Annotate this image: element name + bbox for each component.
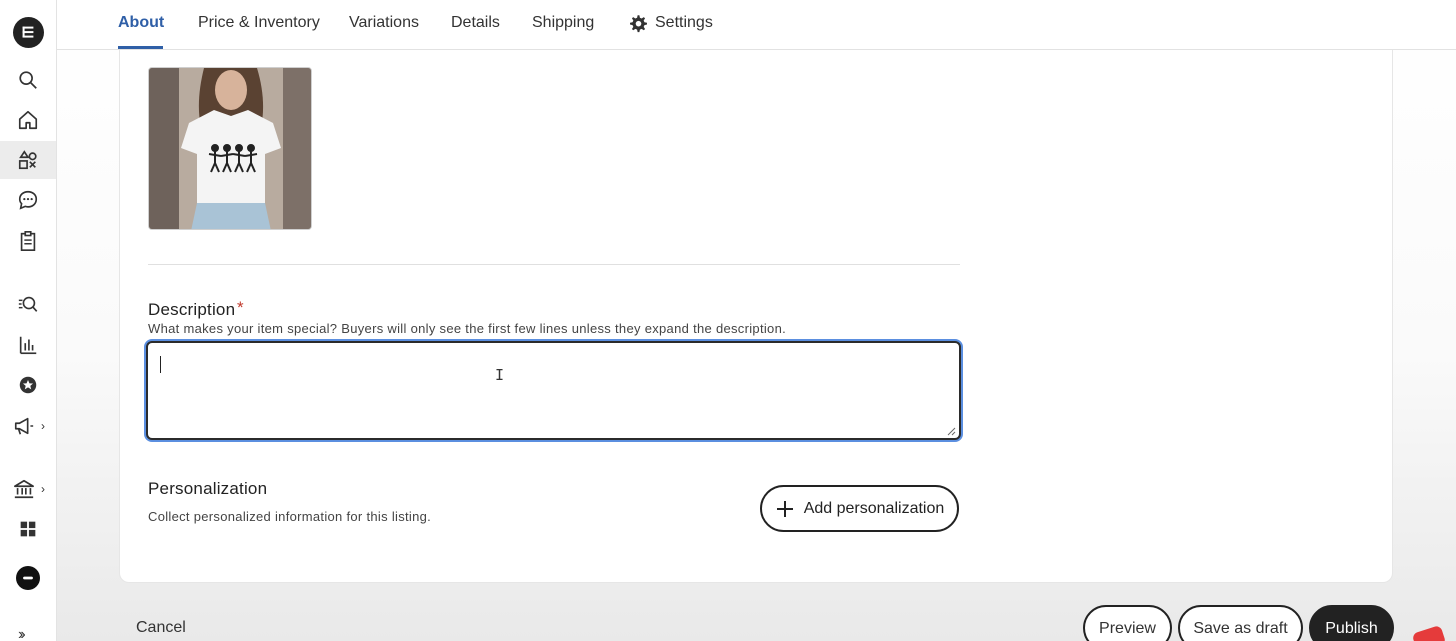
- search-icon: [19, 71, 37, 89]
- home-icon: [18, 110, 38, 130]
- personalization-title: Personalization: [148, 479, 268, 498]
- sidebar-item-home[interactable]: [0, 101, 56, 139]
- gear-icon[interactable]: [628, 13, 649, 34]
- orders-clipboard-icon: [20, 231, 36, 251]
- tab-price-inventory[interactable]: Price & Inventory: [198, 14, 320, 32]
- tab-details[interactable]: Details: [451, 14, 500, 32]
- sidebar-item-search-analytics[interactable]: [0, 285, 56, 323]
- left-sidebar: › › ››: [0, 0, 57, 641]
- sidebar-item-finances[interactable]: ›: [0, 470, 56, 508]
- required-marker: *: [237, 298, 244, 317]
- chevron-right-icon: ›: [41, 482, 45, 496]
- sidebar-item-stats[interactable]: [0, 326, 56, 364]
- bank-icon: [14, 479, 34, 499]
- sidebar-item-search[interactable]: [0, 61, 56, 99]
- shop-avatar-icon: [16, 566, 40, 590]
- messages-icon: [18, 190, 38, 210]
- tab-shipping[interactable]: Shipping: [532, 14, 594, 32]
- resize-handle-icon[interactable]: [946, 426, 956, 436]
- save-draft-button[interactable]: Save as draft: [1178, 605, 1303, 641]
- active-tab-indicator: [118, 46, 163, 49]
- sidebar-item-apps[interactable]: [0, 510, 56, 548]
- section-divider: [148, 264, 960, 265]
- description-textarea[interactable]: [146, 341, 961, 440]
- listing-editor: › › ›› About Price & Inventory Variation…: [0, 0, 1456, 641]
- text-caret: [160, 356, 161, 373]
- sidebar-item-messages[interactable]: [0, 181, 56, 219]
- grid-icon: [20, 521, 36, 537]
- sidebar-item-shop[interactable]: [0, 559, 56, 597]
- sidebar-item-marketing[interactable]: ›: [0, 407, 56, 445]
- description-help-text: What makes your item special? Buyers wil…: [148, 321, 787, 336]
- tab-settings[interactable]: Settings: [655, 14, 713, 32]
- sidebar-item-star-seller[interactable]: [0, 366, 56, 404]
- megaphone-icon: [14, 417, 34, 435]
- cancel-button[interactable]: Cancel: [136, 619, 186, 637]
- add-personalization-button[interactable]: Add personalization: [760, 485, 959, 532]
- sidebar-item-orders[interactable]: [0, 222, 56, 260]
- publish-button[interactable]: Publish: [1309, 605, 1394, 641]
- plus-icon: [776, 500, 793, 517]
- etsy-logo-button[interactable]: [0, 13, 56, 51]
- bar-chart-icon: [19, 336, 37, 355]
- stats-search-icon: [18, 296, 38, 312]
- preview-button[interactable]: Preview: [1083, 605, 1172, 641]
- etsy-logo-icon: [12, 16, 44, 48]
- product-photo-tshirt[interactable]: [148, 67, 312, 230]
- sidebar-item-listings[interactable]: [0, 141, 56, 179]
- listings-shapes-icon: [18, 150, 37, 170]
- description-label: Description: [148, 300, 236, 319]
- personalization-help-text: Collect personalized information for thi…: [148, 509, 432, 524]
- star-badge-icon: [19, 376, 37, 394]
- listing-tabs: About Price & Inventory Variations Detai…: [57, 0, 1456, 50]
- add-personalization-label: Add personalization: [803, 499, 945, 517]
- ibeam-cursor-icon: I: [495, 366, 505, 384]
- chevron-right-icon: ›: [41, 419, 45, 433]
- tab-about[interactable]: About: [118, 14, 164, 32]
- tab-variations[interactable]: Variations: [349, 14, 419, 32]
- expand-icon[interactable]: ››: [18, 626, 25, 641]
